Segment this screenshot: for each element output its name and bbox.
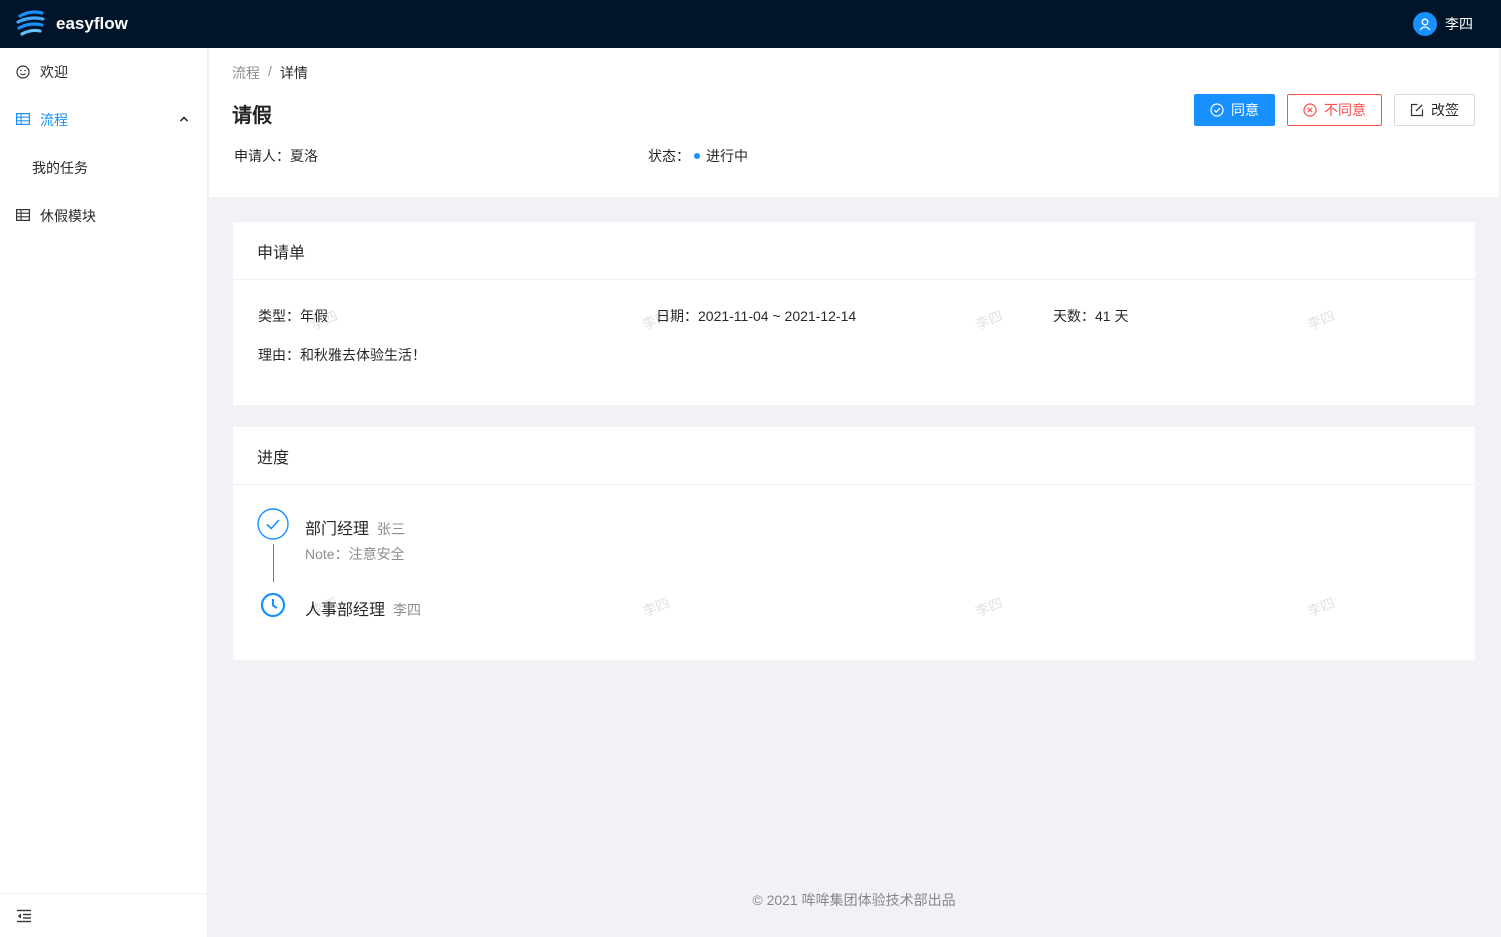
sidebar-item-welcome[interactable]: 欢迎 [0, 52, 207, 92]
status-field: 状态： 进行中 [648, 146, 748, 166]
chevron-up-icon [179, 116, 189, 122]
clock-icon [260, 592, 286, 618]
header-actions: 同意 不同意 改签 [1182, 94, 1475, 126]
footer: © 2021 哞哞集团体验技术部出品 [209, 890, 1499, 910]
status-dot-icon [694, 153, 700, 159]
progress-card-title: 进度 [233, 427, 1475, 485]
copyright-icon: © [752, 892, 763, 908]
top-bar: easyflow 李四 [0, 0, 1501, 48]
breadcrumb-separator: / [268, 63, 272, 79]
step-title-label: 人事部经理 [305, 602, 386, 619]
sidebar-item-flow[interactable]: 流程 [0, 100, 207, 140]
sidebar-item-label: 休假模块 [40, 208, 96, 224]
resign-button-label: 改签 [1431, 102, 1459, 118]
leave-type-field: 类型：年假 [258, 306, 328, 326]
leave-reason-field: 理由：和秋雅去体验生活！ [258, 345, 426, 365]
user-menu[interactable]: 李四 [1413, 12, 1473, 36]
step-title: 人事部经理 李四 [305, 596, 421, 620]
breadcrumb: 流程 / 详情 [232, 63, 308, 83]
sidebar-item-label: 流程 [40, 112, 68, 128]
leave-date-label: 日期： [656, 308, 698, 324]
step-person: 李四 [393, 602, 422, 618]
leave-days-label: 天数： [1053, 308, 1095, 324]
reject-button[interactable]: 不同意 [1287, 94, 1382, 126]
status-label: 状态： [648, 148, 690, 164]
leave-date-field: 日期：2021-11-04 ~ 2021-12-14 [656, 306, 856, 326]
app-title[interactable]: easyflow [56, 14, 128, 34]
user-avatar-icon [1413, 12, 1437, 36]
user-name: 李四 [1445, 16, 1473, 32]
breadcrumb-link-flow[interactable]: 流程 [232, 63, 260, 83]
sidebar-collapse-button[interactable] [0, 893, 207, 937]
leave-reason-label: 理由： [258, 347, 300, 363]
smile-icon [16, 65, 30, 79]
reject-button-label: 不同意 [1324, 102, 1366, 118]
edit-icon [1410, 103, 1424, 117]
sidebar-item-leave-module[interactable]: 休假模块 [0, 196, 207, 236]
status-value: 进行中 [706, 148, 748, 164]
leave-type-value: 年假 [300, 308, 328, 324]
step-person: 张三 [377, 521, 406, 537]
leave-days-value: 41 天 [1095, 308, 1129, 324]
table-icon [16, 113, 30, 127]
check-circle-icon [1210, 103, 1224, 117]
sidebar-item-my-tasks[interactable]: 我的任务 [0, 148, 207, 188]
step-connector [273, 544, 274, 582]
menu-fold-icon [17, 909, 31, 922]
resign-button[interactable]: 改签 [1394, 94, 1475, 126]
sidebar-item-label: 我的任务 [32, 160, 88, 176]
sidebar: 欢迎 流程 我的任务 休假模块 [0, 48, 208, 937]
leave-reason-value: 和秋雅去体验生活！ [300, 347, 426, 363]
approve-button-label: 同意 [1231, 102, 1259, 118]
footer-text: 2021 哞哞集团体验技术部出品 [766, 892, 956, 908]
applicant-label: 申请人： [234, 148, 290, 164]
step-title: 部门经理 张三 [305, 515, 405, 539]
sidebar-item-label: 欢迎 [40, 64, 68, 80]
page-header: 流程 / 详情 请假 同意 不同意 改签 申请人： 夏洛 状态： 进行中 [209, 48, 1499, 197]
leave-date-value: 2021-11-04 ~ 2021-12-14 [698, 308, 857, 324]
progress-card: 进度 部门经理 张三 Note：注意安全 人事部经理 李四 [233, 427, 1475, 660]
form-card: 申请单 类型：年假 日期：2021-11-04 ~ 2021-12-14 天数：… [233, 222, 1475, 405]
form-card-title: 申请单 [233, 222, 1475, 280]
page-title: 请假 [232, 105, 272, 127]
approve-button[interactable]: 同意 [1194, 94, 1275, 126]
logo-icon [16, 10, 45, 36]
breadcrumb-current: 详情 [279, 65, 308, 81]
step-title-label: 部门经理 [305, 521, 370, 538]
step-done-icon [257, 508, 289, 540]
leave-days-field: 天数：41 天 [1053, 306, 1128, 326]
step-note: Note：注意安全 [305, 546, 405, 562]
applicant-value: 夏洛 [290, 148, 318, 164]
applicant-field: 申请人： 夏洛 [234, 146, 318, 166]
leave-type-label: 类型： [258, 308, 300, 324]
close-circle-icon [1303, 103, 1317, 117]
table-icon [16, 209, 30, 223]
